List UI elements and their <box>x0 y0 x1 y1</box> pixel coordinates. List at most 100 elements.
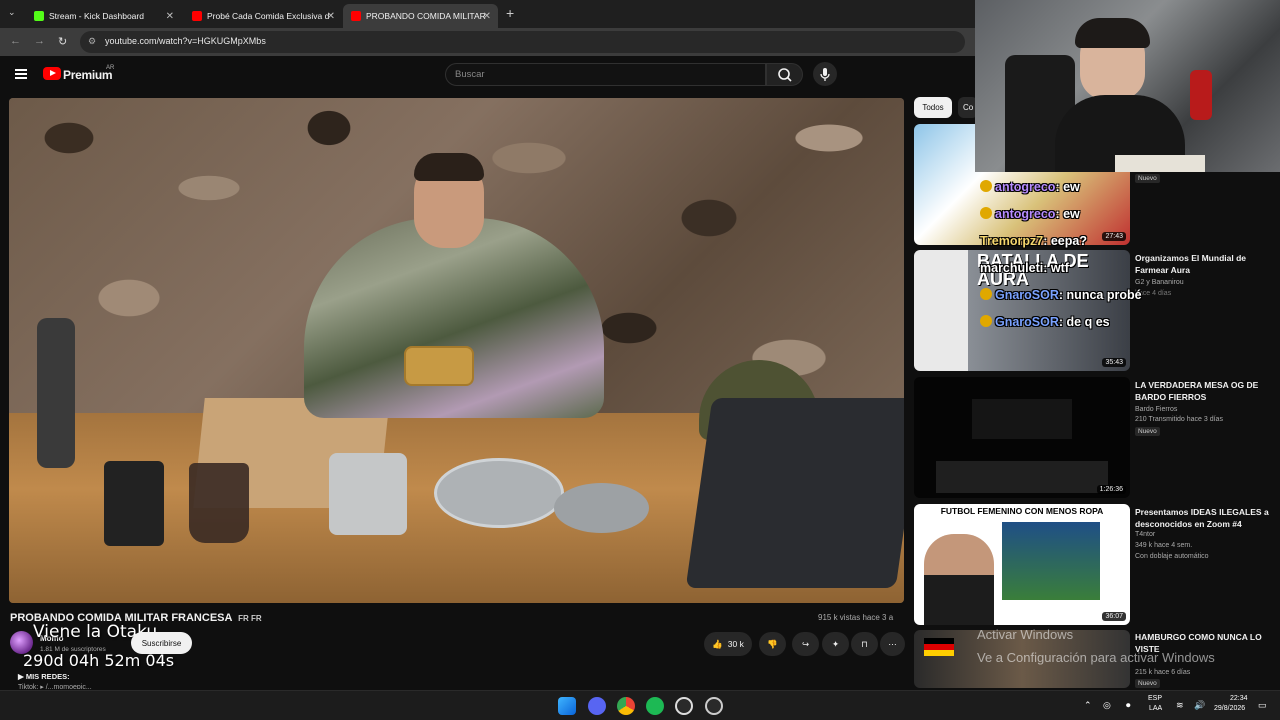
auto-dub-label: Con doblaje automático <box>1135 553 1209 560</box>
views-text: 915 k vistas <box>818 613 861 622</box>
tab-probando-comida[interactable]: PROBANDO COMIDA MILITAR ✕ <box>343 4 498 28</box>
thumbnail-photo <box>1002 522 1100 600</box>
clock-date[interactable]: 29/8/2026 <box>1214 705 1245 712</box>
recommendation-card[interactable]: 1:26:36 LA VERDADERA MESA OG DE BARDO FI… <box>914 377 1274 499</box>
back-icon[interactable]: ← <box>10 35 21 47</box>
save-button[interactable]: ⊓ <box>851 632 878 656</box>
notification-icon[interactable]: ▭ <box>1258 700 1267 711</box>
reload-icon[interactable]: ↻ <box>58 35 67 48</box>
channel-name[interactable]: G2 y Bananirou <box>1135 278 1184 288</box>
tab-probe-cada-comida[interactable]: Probé Cada Comida Exclusiva d ✕ <box>184 4 342 28</box>
ccleaner-icon[interactable] <box>675 697 693 715</box>
dislike-button[interactable]: 👎 <box>759 632 786 656</box>
chat-badge-icon <box>980 180 992 192</box>
chat-message: marchuleti: wtf <box>980 261 1069 275</box>
video-meta: 349 k hace 4 sem. <box>1135 542 1193 549</box>
url-field[interactable]: ⚙ youtube.com/watch?v=HGKUGMpXMbs <box>80 31 965 53</box>
tab-kick-dashboard[interactable]: Stream - Kick Dashboard ✕ <box>26 4 181 28</box>
title-flags: FR FR <box>238 614 262 623</box>
microphone-icon <box>820 68 830 81</box>
chat-badge-icon <box>980 207 992 219</box>
youtube-logo-icon[interactable] <box>43 67 61 80</box>
thumbs-up-icon: 👍 <box>712 638 723 649</box>
tab-label: PROBANDO COMIDA MILITAR <box>366 11 486 21</box>
more-actions-button[interactable]: ⋯ <box>880 632 905 656</box>
region-code: AR <box>106 65 115 71</box>
germany-flag-icon <box>924 638 954 656</box>
close-icon[interactable]: ✕ <box>327 11 335 22</box>
share-button[interactable]: ↪ <box>792 632 819 656</box>
microphone-tray-icon[interactable]: ⏺ <box>1126 700 1131 711</box>
channel-name[interactable]: Bardo Fierros <box>1135 405 1177 415</box>
mess-tin <box>434 458 564 528</box>
description-line: Tiktok: ▸ /...momoepic... <box>18 684 92 689</box>
video-title[interactable]: LA VERDADERA MESA OG DE BARDO FIERROS <box>1135 379 1273 403</box>
youtube-icon <box>192 11 202 21</box>
presenter-hair <box>414 153 484 181</box>
like-button[interactable]: 👍 30 k <box>704 632 752 656</box>
chat-text: : ew <box>1055 180 1080 194</box>
video-thumbnail[interactable]: FUTBOL FEMENINO CON MENOS ROPA 36:07 <box>914 504 1130 625</box>
chat-message: antogreco: ew <box>980 180 1080 194</box>
site-info-icon[interactable]: ⚙ <box>88 36 96 47</box>
discord-icon[interactable] <box>588 697 606 715</box>
chat-user: marchuleti <box>980 261 1044 275</box>
video-player[interactable] <box>9 98 904 603</box>
clock-time[interactable]: 22:34 <box>1230 695 1248 702</box>
video-thumbnail[interactable]: 1:26:36 <box>914 377 1130 498</box>
voice-search-button[interactable] <box>813 62 837 86</box>
video-title[interactable]: Organizamos El Mundial de Farmear Aura <box>1135 252 1273 276</box>
duration-badge: 1:26:36 <box>1096 485 1126 494</box>
layout-code[interactable]: LAA <box>1149 705 1162 712</box>
chat-message: GnaroSOR: nunca probé <box>980 288 1142 302</box>
address-bar-row: ← → ↻ ⚙ youtube.com/watch?v=HGKUGMpXMbs <box>0 28 975 56</box>
obs-icon[interactable] <box>705 697 723 715</box>
spotify-icon[interactable] <box>646 697 664 715</box>
search-icon <box>778 68 792 82</box>
search-input[interactable]: Buscar <box>445 63 766 86</box>
new-badge: Nuevo <box>1135 174 1160 183</box>
close-icon[interactable]: ✕ <box>166 11 174 22</box>
close-icon[interactable]: ✕ <box>483 11 491 22</box>
windows-activation-text: Ve a Configuración para activar Windows <box>977 650 1215 665</box>
video-title[interactable]: Presentamos IDEAS ILEGALES a desconocido… <box>1135 506 1273 530</box>
tab-label: Probé Cada Comida Exclusiva d <box>207 11 330 21</box>
description-heading[interactable]: ▶ MIS REDES: <box>18 672 70 681</box>
chat-badge-icon <box>980 315 992 327</box>
recommendation-card[interactable]: FUTBOL FEMENINO CON MENOS ROPA 36:07 Pre… <box>914 504 1274 626</box>
new-tab-button[interactable]: + <box>506 5 514 21</box>
tab-search-icon[interactable]: ⌄ <box>8 7 16 18</box>
network-icon[interactable]: ◎ <box>1103 700 1111 711</box>
search-button[interactable] <box>766 63 803 86</box>
thermos <box>37 318 75 468</box>
chat-text: : ew <box>1055 207 1080 221</box>
channel-name[interactable]: T4ntor <box>1135 530 1155 540</box>
chat-text: : nunca probé <box>1058 288 1142 302</box>
food-tin <box>404 346 474 386</box>
windows-activation-title: Activar Windows <box>977 627 1074 642</box>
chat-message: antogreco: ew <box>980 207 1080 221</box>
wifi-icon[interactable]: ≋ <box>1176 700 1184 711</box>
url-text: youtube.com/watch?v=HGKUGMpXMbs <box>105 36 266 46</box>
subscribe-button[interactable]: Suscribirse <box>131 632 192 654</box>
microphone <box>1190 70 1212 120</box>
forward-icon[interactable]: → <box>34 35 45 47</box>
language-code[interactable]: ESP <box>1148 695 1162 702</box>
menu-icon[interactable] <box>15 69 27 79</box>
volume-icon[interactable]: 🔊 <box>1194 700 1205 711</box>
food-box <box>1115 155 1205 172</box>
thumbnail-text-panel <box>972 399 1072 439</box>
chat-user: antogreco <box>995 180 1056 194</box>
tab-label: Stream - Kick Dashboard <box>49 11 144 21</box>
chevron-up-icon[interactable]: ⌃ <box>1084 700 1092 711</box>
ask-button[interactable]: ✦ <box>822 632 849 656</box>
browser-tab-bar: ⌄ Stream - Kick Dashboard ✕ Probé Cada C… <box>0 0 975 28</box>
start-icon[interactable] <box>558 697 576 715</box>
kick-icon <box>34 11 44 21</box>
chrome-icon[interactable] <box>617 697 635 715</box>
youtube-icon <box>351 11 361 21</box>
thumbs-down-icon: 👎 <box>767 638 778 649</box>
youtube-premium-logo[interactable]: Premium <box>63 68 113 82</box>
black-case <box>685 398 904 588</box>
chip-todos[interactable]: Todos <box>914 97 952 118</box>
